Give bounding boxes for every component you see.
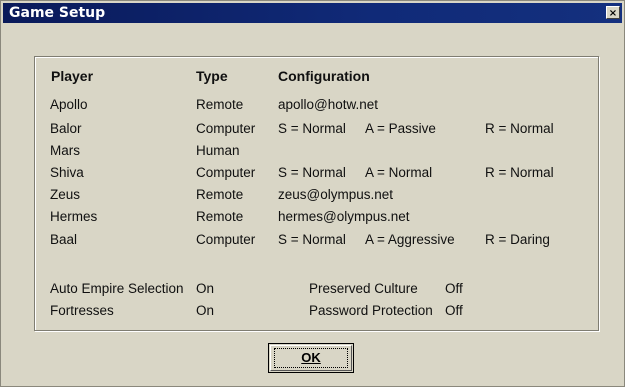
auto-empire-selection-label: Auto Empire Selection [50,281,184,296]
ok-button-label: OK [301,350,321,365]
row-type: Remote [196,187,244,202]
title-bar[interactable]: Game Setup × [3,3,622,23]
row-config-a: A = Aggressive [365,232,455,247]
row-config-r: R = Normal [485,121,554,136]
row-player: Apollo [50,97,88,112]
fortresses-value: On [196,303,215,318]
row-type: Computer [196,121,256,136]
close-button[interactable]: × [606,6,620,19]
row-player: Baal [50,232,78,247]
row-type: Remote [196,209,244,224]
row-config-address: zeus@olympus.net [278,187,394,202]
ok-button[interactable]: OK [268,343,354,373]
row-player: Hermes [50,209,98,224]
auto-empire-selection-value: On [196,281,215,296]
close-icon: × [608,8,618,19]
row-config-a: A = Normal [365,165,433,180]
row-type: Computer [196,165,256,180]
row-type: Computer [196,232,256,247]
row-player: Mars [50,143,80,158]
preserved-culture-value: Off [445,281,463,296]
fortresses-label: Fortresses [50,303,114,318]
row-config-address: apollo@hotw.net [278,97,379,112]
password-protection-label: Password Protection [309,303,433,318]
row-type: Remote [196,97,244,112]
password-protection-value: Off [445,303,463,318]
row-type: Human [196,143,240,158]
header-type: Type [196,68,228,84]
row-config-s: S = Normal [278,165,346,180]
row-config-r: R = Daring [485,232,550,247]
header-player: Player [51,68,94,84]
row-player: Shiva [50,165,84,180]
row-player: Zeus [50,187,81,202]
row-config-address: hermes@olympus.net [278,209,410,224]
game-setup-dialog: Game Setup × Player Type Configuration A… [0,0,625,387]
row-config-s: S = Normal [278,121,346,136]
row-player: Balor [50,121,82,136]
row-config-s: S = Normal [278,232,346,247]
row-config-r: R = Normal [485,165,554,180]
window-title: Game Setup [9,5,106,21]
header-configuration: Configuration [278,68,370,84]
preserved-culture-label: Preserved Culture [309,281,418,296]
row-config-a: A = Passive [365,121,436,136]
